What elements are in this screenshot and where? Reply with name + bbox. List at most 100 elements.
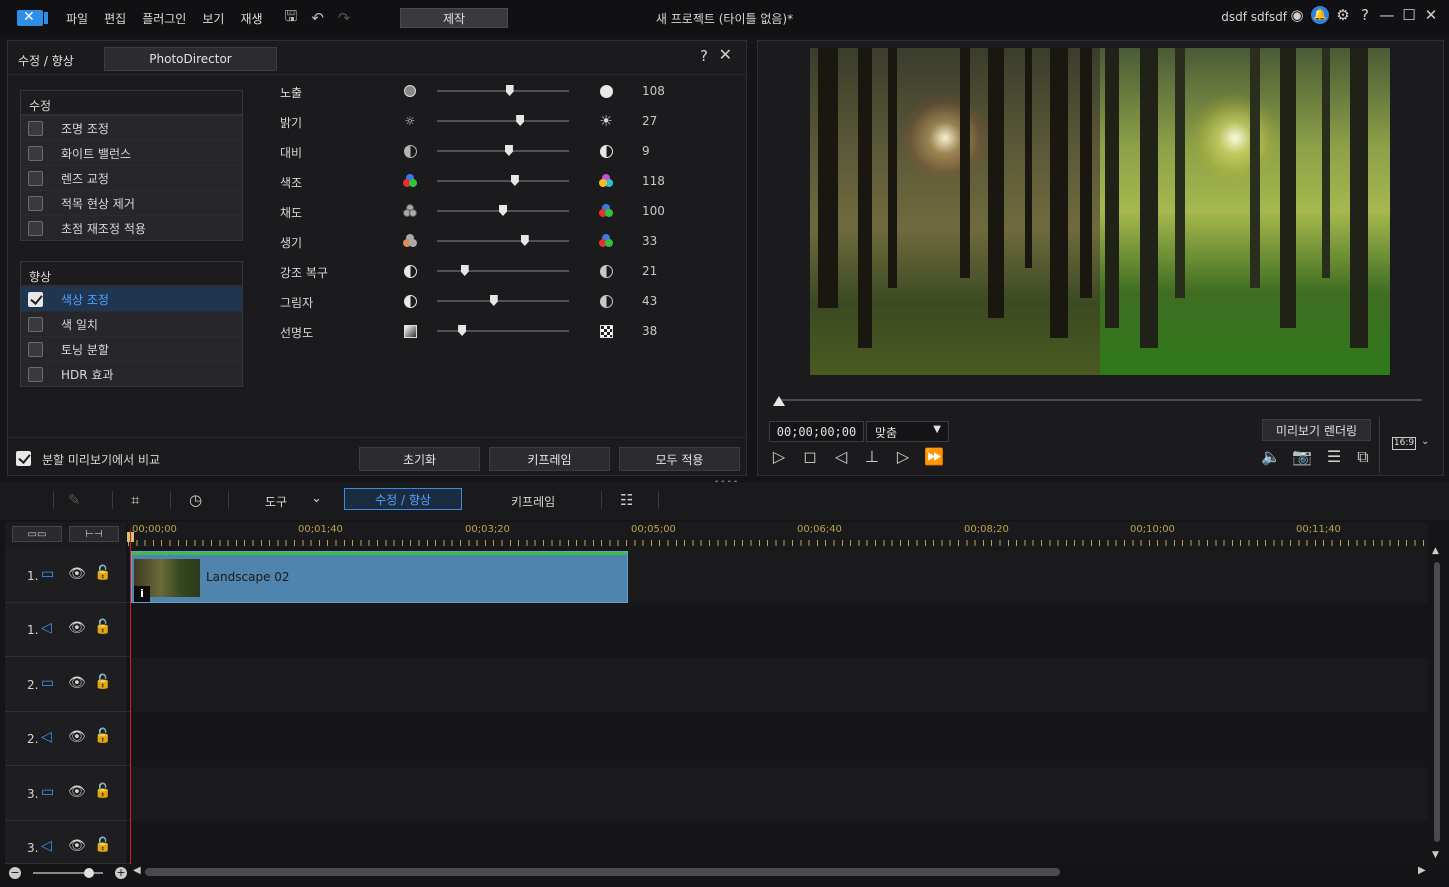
photodirector-button[interactable]: PhotoDirector xyxy=(104,47,277,71)
minimize-icon[interactable]: — xyxy=(1376,6,1398,24)
eye-icon[interactable]: 👁 xyxy=(68,729,86,745)
slider-value[interactable]: 108 xyxy=(642,84,670,98)
checkbox[interactable] xyxy=(28,341,43,357)
tools-chevron-down-icon[interactable]: ⌄ xyxy=(311,491,322,506)
clip-info-icon[interactable]: i xyxy=(134,586,150,602)
enhance-item-hdr[interactable]: HDR 효과 xyxy=(21,361,242,386)
slider-track[interactable] xyxy=(437,175,569,186)
menu-edit[interactable]: 편집 xyxy=(104,10,126,27)
keyframe-button[interactable]: 키프레임 xyxy=(489,447,610,471)
aspect-ratio-button[interactable]: 16:9 xyxy=(1392,437,1416,450)
fix-enhance-tab[interactable]: 수정 / 향상 xyxy=(344,488,462,510)
vertical-scrollbar[interactable]: ▲ ▼ xyxy=(1432,546,1442,864)
lock-icon[interactable]: 🔓 xyxy=(94,728,111,744)
slider-thumb[interactable] xyxy=(460,265,469,276)
redo-icon[interactable]: ↷ xyxy=(338,9,351,27)
checkbox[interactable] xyxy=(28,291,43,307)
scroll-right-icon[interactable]: ▶ xyxy=(1418,865,1426,876)
crop-icon[interactable]: ⌗ xyxy=(131,491,139,509)
checkbox[interactable] xyxy=(28,120,43,136)
scroll-down-icon[interactable]: ▼ xyxy=(1432,850,1439,860)
produce-button[interactable]: 제작 xyxy=(400,8,508,28)
reset-button[interactable]: 초기화 xyxy=(359,447,480,471)
snapshot-icon[interactable]: 📷 xyxy=(1291,447,1313,466)
lock-icon[interactable]: 🔓 xyxy=(94,674,111,690)
slider-track[interactable] xyxy=(437,265,569,276)
timeline-ruler[interactable]: 00;00;00 00;01;40 00;03;20 00;05;00 00;0… xyxy=(128,522,1428,548)
slider-thumb[interactable] xyxy=(489,295,498,306)
eye-icon[interactable]: 👁 xyxy=(68,675,86,691)
slider-thumb[interactable] xyxy=(458,325,467,336)
keyframe-tab[interactable]: 키프레임 xyxy=(511,493,555,510)
slider-track[interactable] xyxy=(437,295,569,306)
previous-frame-icon[interactable]: ◁ xyxy=(830,447,852,466)
slider-thumb[interactable] xyxy=(504,145,513,156)
undock-icon[interactable]: ⧉ xyxy=(1352,447,1374,467)
slider-value[interactable]: 9 xyxy=(642,144,670,158)
eye-icon[interactable]: 👁 xyxy=(68,566,86,582)
audio-track-icon[interactable]: ◁ xyxy=(41,729,52,745)
play-icon[interactable]: ▷ xyxy=(768,447,790,466)
checkbox[interactable] xyxy=(28,170,43,186)
slider-track[interactable] xyxy=(437,115,569,126)
checkbox[interactable] xyxy=(28,316,43,332)
checkbox[interactable] xyxy=(28,220,43,236)
settings-icon[interactable]: ⚙ xyxy=(1332,6,1354,24)
user-icon[interactable]: ◉ xyxy=(1286,6,1308,24)
close-window-icon[interactable]: ✕ xyxy=(1420,6,1442,24)
slider-thumb[interactable] xyxy=(510,175,519,186)
fit-timeline-icon[interactable]: ⊢⊣ xyxy=(69,526,119,542)
audio-track-icon[interactable]: ◁ xyxy=(41,838,52,854)
menu-playback[interactable]: 재생 xyxy=(240,10,262,27)
notification-icon[interactable]: 🔔 xyxy=(1311,6,1329,24)
horizontal-scroll-thumb[interactable] xyxy=(145,868,1060,876)
slider-value[interactable]: 100 xyxy=(642,204,670,218)
slider-thumb[interactable] xyxy=(520,235,529,246)
lock-icon[interactable]: 🔓 xyxy=(94,783,111,799)
eye-icon[interactable]: 👁 xyxy=(68,620,86,636)
slider-thumb[interactable] xyxy=(505,85,514,96)
pen-icon[interactable]: ✎ xyxy=(68,491,81,509)
enhance-item-color-match[interactable]: 색 일치 xyxy=(21,311,242,336)
track-body[interactable] xyxy=(130,821,1428,864)
timer-icon[interactable]: ◷ xyxy=(189,491,202,509)
video-track-icon[interactable]: ▭ xyxy=(41,784,54,800)
scroll-up-icon[interactable]: ▲ xyxy=(1432,546,1439,556)
slider-thumb[interactable] xyxy=(499,205,507,216)
scroll-left-icon[interactable]: ◀ xyxy=(133,865,141,876)
slider-track[interactable] xyxy=(437,325,569,336)
track-body[interactable] xyxy=(130,767,1428,821)
slider-track[interactable] xyxy=(437,235,569,246)
enhance-item-color-adjust[interactable]: 색상 조정 xyxy=(21,286,242,311)
fix-item-lens-correction[interactable]: 렌즈 교정 xyxy=(21,165,242,190)
preview-image[interactable] xyxy=(810,48,1390,375)
lock-icon[interactable]: 🔓 xyxy=(94,837,111,853)
subtitle-icon[interactable]: ☰ xyxy=(1323,447,1345,466)
slider-track[interactable] xyxy=(437,145,569,156)
lock-icon[interactable]: 🔓 xyxy=(94,565,111,581)
maximize-icon[interactable]: ☐ xyxy=(1398,6,1420,24)
zoom-slider-thumb[interactable] xyxy=(84,868,94,878)
track-body[interactable] xyxy=(130,603,1428,657)
slider-value[interactable]: 118 xyxy=(642,174,670,188)
zoom-in-icon[interactable]: + xyxy=(115,867,127,879)
fix-item-refocus[interactable]: 초점 재조정 적용 xyxy=(21,215,242,240)
render-preview-button[interactable]: 미리보기 렌더링 xyxy=(1262,419,1371,441)
track-manager-icon[interactable]: ▭▭ xyxy=(12,526,62,542)
eye-icon[interactable]: 👁 xyxy=(68,838,86,854)
timecode-display[interactable]: 00;00;00;00 xyxy=(769,421,864,442)
help-icon[interactable]: ? xyxy=(1354,6,1376,24)
timeline-clip[interactable]: Landscape 02 i xyxy=(131,551,628,603)
checkbox[interactable] xyxy=(28,195,43,211)
slider-track[interactable] xyxy=(437,85,569,96)
video-track-icon[interactable]: ▭ xyxy=(41,675,54,691)
slider-value[interactable]: 43 xyxy=(642,294,670,308)
undo-icon[interactable]: ↶ xyxy=(311,9,324,27)
checkbox[interactable] xyxy=(28,366,43,382)
menu-plugins[interactable]: 플러그인 xyxy=(142,10,186,27)
aspect-chevron-down-icon[interactable]: ⌄ xyxy=(1421,436,1429,447)
slider-track[interactable] xyxy=(437,205,569,216)
next-frame-icon[interactable]: ▷ xyxy=(892,447,914,466)
video-track-icon[interactable]: ▭ xyxy=(41,566,54,582)
menu-view[interactable]: 보기 xyxy=(202,10,224,27)
